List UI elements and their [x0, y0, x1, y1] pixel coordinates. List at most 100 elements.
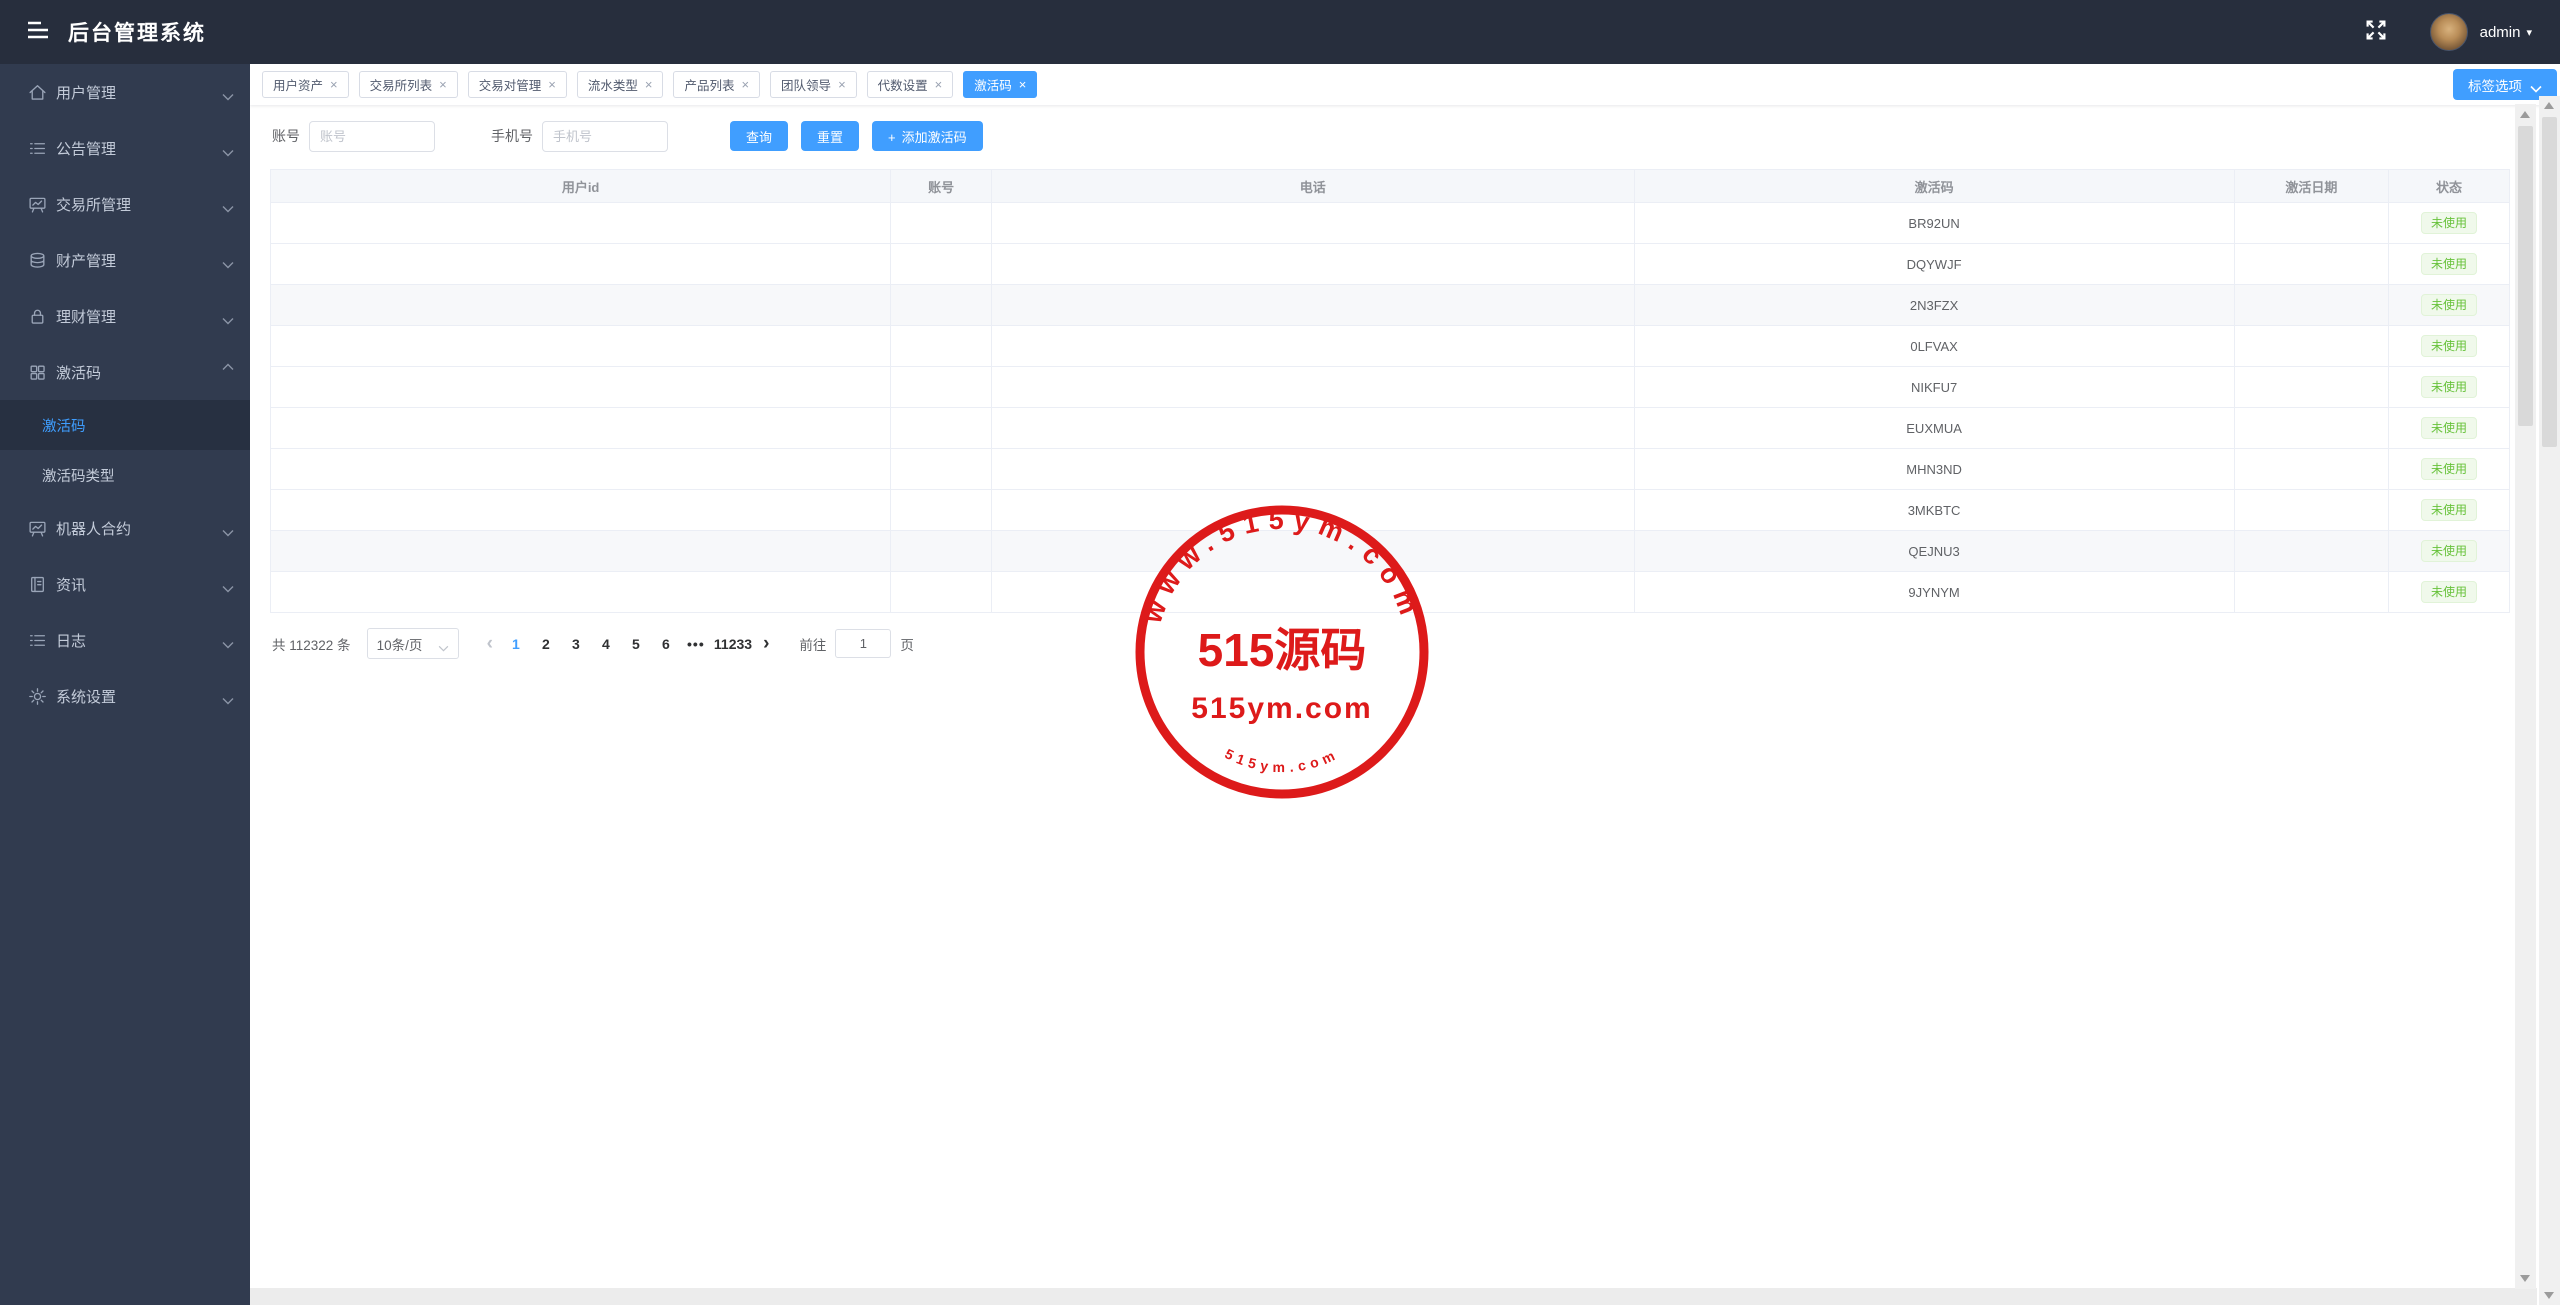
- close-icon[interactable]: ×: [838, 78, 846, 91]
- sidebar-subitem-5-1[interactable]: 激活码类型: [0, 450, 250, 500]
- close-icon[interactable]: ×: [330, 78, 338, 91]
- sidebar-item-8[interactable]: 日志: [0, 612, 250, 668]
- sidebar-item-5[interactable]: 激活码: [0, 344, 250, 400]
- cell-userid: [269, 407, 892, 449]
- tab-2[interactable]: 交易对管理 ×: [467, 71, 567, 98]
- sidebar-item-9[interactable]: 系统设置: [0, 668, 250, 724]
- page-number-6[interactable]: 6: [651, 636, 681, 652]
- sidebar-item-label: 理财管理: [56, 308, 117, 326]
- chevron-down-icon: [222, 524, 234, 537]
- sidebar-item-label: 交易所管理: [56, 196, 132, 214]
- sidebar-item-7[interactable]: 资讯: [0, 556, 250, 612]
- account-label: 账号: [272, 128, 300, 144]
- cell-phone: [990, 202, 1635, 244]
- search-button[interactable]: 查询: [730, 121, 789, 151]
- cell-status: 未使用: [2388, 202, 2510, 244]
- cell-phone: [990, 448, 1635, 490]
- page-size-select[interactable]: 10条/页: [366, 628, 459, 659]
- window-vertical-scrollbar[interactable]: [2539, 96, 2560, 1305]
- cell-code: NIKFU7: [1633, 366, 2235, 408]
- username[interactable]: admin: [2480, 24, 2521, 41]
- account-input[interactable]: [309, 120, 435, 152]
- tab-7[interactable]: 激活码 ×: [963, 71, 1038, 98]
- activation-codes-table: 用户id 账号 电话 激活码 激活日期 状态 BR92UN 未使用 DQYWJF 未使用 2N3F…: [269, 169, 2510, 613]
- status-badge: 未使用: [2421, 211, 2478, 235]
- cell-userid: [269, 325, 892, 367]
- cell-userid: [269, 448, 892, 490]
- cell-date: [2233, 530, 2390, 572]
- cell-status: 未使用: [2388, 366, 2510, 408]
- fullscreen-icon[interactable]: [2364, 18, 2388, 47]
- chevron-down-icon: [222, 144, 234, 157]
- page-number-3[interactable]: 3: [561, 636, 591, 652]
- board-chart-icon: [28, 519, 47, 538]
- page-number-2[interactable]: 2: [531, 636, 561, 652]
- content-vertical-scrollbar[interactable]: [2515, 104, 2536, 1289]
- sidebar-item-1[interactable]: 公告管理: [0, 120, 250, 176]
- tab-3[interactable]: 流水类型 ×: [576, 71, 664, 98]
- sidebar-item-6[interactable]: 机器人合约: [0, 500, 250, 556]
- more-pages-icon[interactable]: •••: [681, 636, 711, 652]
- phone-input[interactable]: [542, 120, 668, 152]
- cell-userid: [269, 202, 892, 244]
- tab-5[interactable]: 团队领导 ×: [770, 71, 857, 98]
- cell-date: [2233, 284, 2390, 326]
- add-activation-code-button[interactable]: + 添加激活码: [872, 121, 983, 151]
- sidebar-subitem-5-0[interactable]: 激活码: [0, 400, 250, 450]
- hamburger-menu-icon[interactable]: [26, 20, 50, 45]
- cell-status: 未使用: [2388, 530, 2510, 572]
- close-icon[interactable]: ×: [548, 78, 556, 91]
- avatar[interactable]: [2429, 13, 2468, 51]
- reset-button[interactable]: 重置: [801, 121, 860, 151]
- chevron-down-icon: [2530, 81, 2542, 93]
- sidebar-item-0[interactable]: 用户管理: [0, 64, 250, 120]
- goto-page-input[interactable]: [835, 629, 892, 658]
- cell-code: EUXMUA: [1633, 407, 2235, 449]
- chevron-down-icon: [222, 692, 234, 705]
- tab-label: 交易对管理: [478, 79, 542, 93]
- cell-date: [2233, 571, 2390, 613]
- sidebar-subitem-label: 激活码: [42, 418, 86, 435]
- horizontal-scrollbar[interactable]: [250, 1288, 2537, 1305]
- cell-code: DQYWJF: [1633, 243, 2235, 285]
- sidebar-item-3[interactable]: 财产管理: [0, 232, 250, 288]
- sidebar-item-label: 激活码: [56, 364, 102, 382]
- close-icon[interactable]: ×: [935, 78, 943, 91]
- cell-date: [2233, 407, 2390, 449]
- cell-account: [890, 448, 992, 490]
- tab-0[interactable]: 用户资产 ×: [262, 71, 349, 98]
- chevron-down-icon: [222, 88, 234, 101]
- status-badge: 未使用: [2421, 416, 2478, 440]
- page-number-1[interactable]: 1: [501, 636, 531, 652]
- page-number-5[interactable]: 5: [621, 636, 651, 652]
- cell-code: 2N3FZX: [1633, 284, 2235, 326]
- close-icon[interactable]: ×: [1019, 78, 1027, 91]
- prev-page-button[interactable]: ‹: [487, 633, 493, 655]
- cell-account: [890, 243, 992, 285]
- chevron-down-icon: [222, 580, 234, 593]
- tab-6[interactable]: 代数设置 ×: [866, 71, 954, 98]
- close-icon[interactable]: ×: [645, 78, 653, 91]
- cell-phone: [990, 284, 1635, 326]
- sidebar-item-4[interactable]: 理财管理: [0, 288, 250, 344]
- next-page-button[interactable]: ›: [763, 633, 769, 655]
- page-number-4[interactable]: 4: [591, 636, 621, 652]
- page-number-11233[interactable]: 11233: [711, 636, 755, 652]
- tab-4[interactable]: 产品列表 ×: [673, 71, 761, 98]
- status-badge: 未使用: [2421, 498, 2478, 522]
- close-icon[interactable]: ×: [439, 78, 447, 91]
- table-row: 9JYNYM 未使用: [269, 571, 2510, 613]
- table-row: 2N3FZX 未使用: [269, 284, 2510, 326]
- cell-status: 未使用: [2388, 407, 2510, 449]
- cell-account: [890, 366, 992, 408]
- close-icon[interactable]: ×: [741, 78, 749, 91]
- list-icon: [28, 631, 47, 650]
- sidebar-item-2[interactable]: 交易所管理: [0, 176, 250, 232]
- cell-code: BR92UN: [1633, 202, 2235, 244]
- user-caret-down-icon[interactable]: ▾: [2526, 26, 2532, 39]
- table-row: QEJNU3 未使用: [269, 530, 2510, 572]
- cell-phone: [990, 407, 1635, 449]
- tab-label: 产品列表: [684, 79, 735, 93]
- cell-account: [890, 489, 992, 531]
- tab-1[interactable]: 交易所列表 ×: [358, 71, 458, 98]
